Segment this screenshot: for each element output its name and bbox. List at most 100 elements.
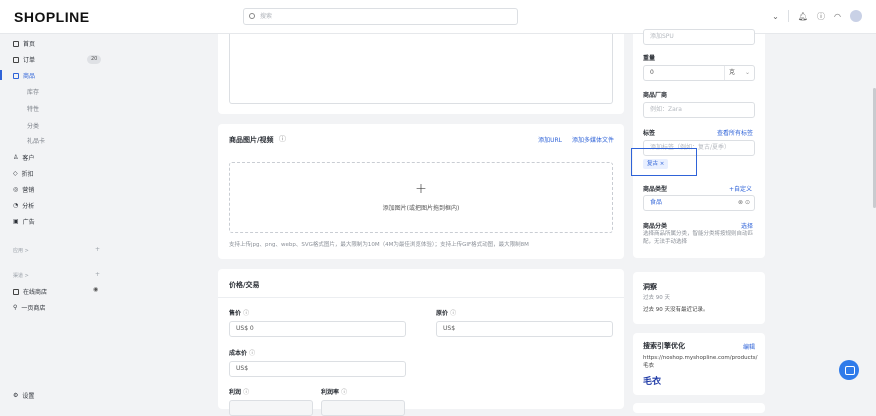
pricing-card: 价格/交易 售价 ⓘ US$ 0 原价 ⓘ US$ 成本价 ⓘ US$ 利润 ⓘ… bbox=[218, 269, 624, 416]
insights-title: 洞察 bbox=[643, 283, 657, 291]
plus-icon: + bbox=[415, 181, 427, 197]
chevron-down-icon: ⌄ bbox=[744, 69, 750, 76]
profit-label: 利润 ⓘ bbox=[229, 389, 250, 396]
custom-type-link[interactable]: +自定义 bbox=[729, 184, 752, 193]
profit-input bbox=[229, 400, 313, 416]
search-input[interactable]: 搜索 bbox=[243, 8, 518, 25]
vendor-input[interactable]: 例如：Zara bbox=[643, 102, 755, 118]
price-input[interactable]: US$ 0 bbox=[229, 321, 406, 337]
seo-product-name: 毛衣 bbox=[643, 377, 662, 387]
store-switcher-chevron-icon[interactable]: ⌄ bbox=[772, 12, 779, 21]
channels-section-label[interactable]: 渠道 > bbox=[13, 272, 29, 279]
orders-count-badge: 20 bbox=[87, 55, 102, 64]
eye-icon[interactable]: ◉ bbox=[93, 286, 98, 293]
bell-icon[interactable]: 🔔︎ bbox=[798, 12, 808, 21]
divider bbox=[218, 297, 624, 298]
shopline-logo[interactable]: SHOPLINE bbox=[14, 9, 90, 25]
add-app-plus-icon[interactable]: + bbox=[95, 246, 100, 253]
add-channel-plus-icon[interactable]: + bbox=[95, 271, 100, 278]
help-icon[interactable]: ⓘ bbox=[817, 11, 825, 22]
sidebar-item-online-store[interactable]: 在线商店 bbox=[13, 287, 47, 296]
help-icon: ⓘ bbox=[450, 310, 457, 317]
sidebar-item-products[interactable]: 商品 bbox=[13, 71, 35, 80]
margin-input bbox=[321, 400, 405, 416]
sidebar-item-analytics[interactable]: ◔ 分析 bbox=[13, 201, 34, 210]
description-card bbox=[218, 34, 624, 114]
sidebar-item-ads[interactable]: ▣ 广告 bbox=[13, 217, 35, 226]
select-category-link[interactable]: 选择 bbox=[741, 221, 753, 230]
one-page-icon: ⚲ bbox=[13, 304, 18, 311]
sidebar-subitem-giftcard[interactable]: 礼品卡 bbox=[27, 136, 45, 145]
compare-price-input[interactable]: US$ bbox=[436, 321, 613, 337]
weight-input[interactable]: 0 克 ⌄ bbox=[643, 65, 755, 81]
media-card: 商品图片/视频 ⓘ 添加URL 添加多媒体文件 + 添加图片(或把图片拖到框内)… bbox=[218, 124, 624, 259]
margin-label: 利润率 ⓘ bbox=[321, 389, 348, 396]
tags-label: 标签 bbox=[643, 130, 656, 137]
wifi-icon[interactable]: ◠ bbox=[834, 12, 841, 21]
description-editor[interactable] bbox=[229, 34, 613, 104]
seo-edit-link[interactable]: 编辑 bbox=[743, 342, 755, 351]
store-icon bbox=[13, 288, 19, 295]
cost-label: 成本价 ⓘ bbox=[229, 350, 256, 357]
apps-section-label[interactable]: 应用 > bbox=[13, 247, 29, 254]
dropzone-text: 添加图片(或把图片拖到框内) bbox=[382, 205, 460, 212]
sidebar-item-orders[interactable]: 订单 bbox=[13, 55, 35, 64]
marketing-icon: ◎ bbox=[13, 186, 19, 193]
tag-icon: ◇ bbox=[13, 170, 18, 177]
media-dropzone[interactable]: + 添加图片(或把图片拖到框内) bbox=[229, 162, 613, 233]
tag-chip[interactable]: 复古 × bbox=[643, 159, 669, 169]
sidebar-item-settings[interactable]: ⚙ 设置 bbox=[13, 391, 34, 400]
sidebar-subitem-categories[interactable]: 分类 bbox=[27, 121, 39, 130]
sidebar-item-customers[interactable]: ♙ 客户 bbox=[13, 153, 34, 162]
add-media-link[interactable]: 添加多媒体文件 bbox=[572, 135, 614, 144]
spu-input[interactable]: 添加SPU bbox=[643, 29, 755, 45]
help-icon: ⓘ bbox=[243, 310, 250, 317]
insights-card: 洞察 过去 90 天 过去 90 天没有最近记录。 bbox=[633, 272, 765, 324]
vendor-label: 商品厂商 bbox=[643, 92, 668, 99]
close-icon: × bbox=[659, 161, 665, 167]
insights-period: 过去 90 天 bbox=[643, 295, 670, 301]
category-desc: 选择商品所属分类，智能分类将按规则自动匹配，无法手动选择 bbox=[643, 231, 754, 245]
pricing-title: 价格/交易 bbox=[229, 281, 260, 289]
clear-and-chevron-icon[interactable]: ⊗ ⊙ bbox=[738, 196, 750, 210]
seo-url: https://noshop.myshopline.com/products/毛… bbox=[643, 355, 758, 369]
active-indicator bbox=[0, 70, 2, 80]
weight-unit-select[interactable]: 克 ⌄ bbox=[724, 66, 750, 80]
gear-icon: ⚙ bbox=[13, 392, 19, 399]
info-icon[interactable]: ⓘ bbox=[279, 134, 286, 144]
product-type-select[interactable]: 食品 ⊗ ⊙ bbox=[643, 195, 755, 211]
help-icon: ⓘ bbox=[249, 350, 256, 357]
sidebar-subitem-attributes[interactable]: 特性 bbox=[27, 104, 39, 113]
sidebar-subitem-inventory[interactable]: 库存 bbox=[27, 87, 39, 96]
sidebar-item-home[interactable]: 首页 bbox=[13, 39, 35, 48]
organization-card: 添加SPU 重量 0 克 ⌄ 商品厂商 例如：Zara 标签 查看所有标签 添加… bbox=[631, 29, 765, 258]
media-hint: 支持上传jpg、png、webp、SVG格式图片，最大限制为10M（4M为最佳浏… bbox=[229, 242, 529, 248]
home-icon bbox=[13, 40, 19, 47]
seo-title: 搜索引擎优化 bbox=[643, 342, 685, 350]
sidebar-item-discounts[interactable]: ◇ 折扣 bbox=[13, 169, 34, 178]
view-all-tags-link[interactable]: 查看所有标签 bbox=[717, 128, 753, 137]
add-url-link[interactable]: 添加URL bbox=[538, 135, 562, 144]
compare-price-label: 原价 ⓘ bbox=[436, 310, 457, 317]
help-icon: ⓘ bbox=[243, 389, 250, 396]
top-actions: ⌄ 🔔︎ ⓘ ◠ bbox=[772, 10, 862, 22]
media-title: 商品图片/视频 bbox=[229, 136, 274, 144]
chat-support-button[interactable] bbox=[839, 360, 859, 380]
analytics-icon: ◔ bbox=[13, 202, 19, 209]
sidebar-item-one-page-store[interactable]: ⚲ 一页商店 bbox=[13, 303, 45, 312]
avatar[interactable] bbox=[850, 10, 862, 22]
seo-card: 搜索引擎优化 编辑 https://noshop.myshopline.com/… bbox=[633, 333, 765, 395]
bag-icon bbox=[13, 72, 19, 79]
price-label: 售价 ⓘ bbox=[229, 310, 250, 317]
weight-label: 重量 bbox=[643, 55, 656, 62]
sidebar: 首页 订单 20 商品 库存 特性 分类 礼品卡 ♙ 客户 ◇ 折扣 ◎ 营销 ◔ 分析… bbox=[0, 34, 108, 407]
next-card bbox=[633, 403, 765, 413]
search-icon bbox=[249, 13, 255, 19]
divider bbox=[787, 10, 789, 22]
customers-icon: ♙ bbox=[13, 154, 19, 161]
cost-input[interactable]: US$ bbox=[229, 361, 406, 377]
insights-desc: 过去 90 天没有最近记录。 bbox=[643, 307, 709, 313]
orders-icon bbox=[13, 56, 19, 63]
category-label: 商品分类 bbox=[643, 223, 668, 230]
sidebar-item-marketing[interactable]: ◎ 营销 bbox=[13, 185, 34, 194]
